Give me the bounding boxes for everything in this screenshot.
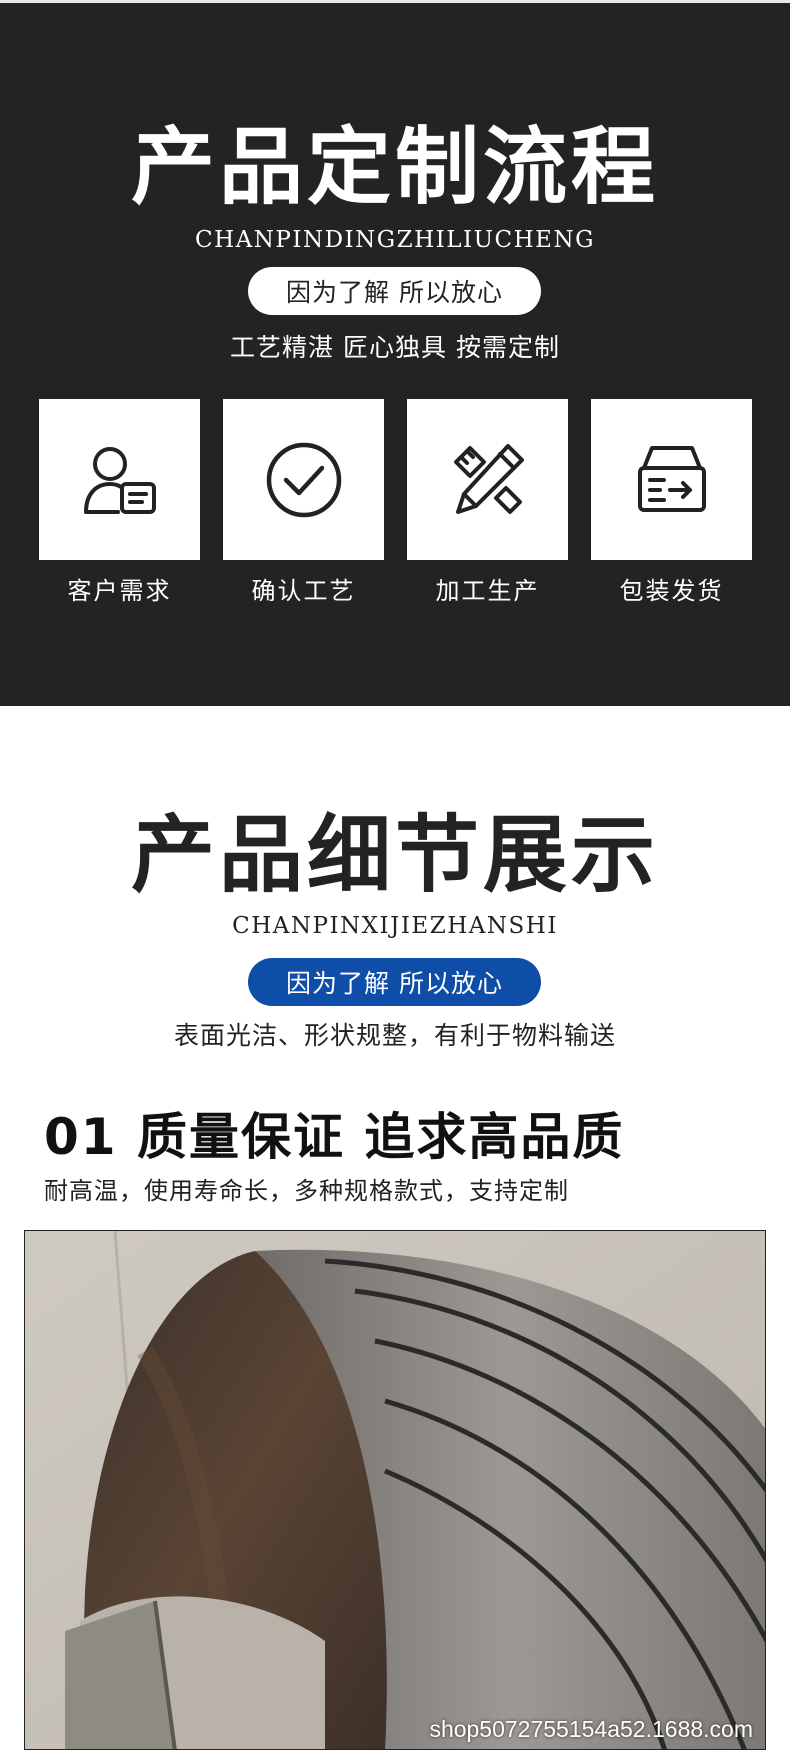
process-title: 产品定制流程 — [130, 118, 659, 216]
step-confirm-process — [223, 399, 384, 560]
step-label: 确认工艺 — [251, 577, 356, 605]
check-circle-icon — [266, 442, 341, 517]
details-pinyin: CHANPINXIJIEZHANSHI — [232, 913, 558, 939]
details-subtitle: 表面光洁、形状规整，有利于物料输送 — [173, 1021, 616, 1050]
section-heading: 01 质量保证 追求高品质 — [44, 1108, 625, 1166]
shipping-box-icon — [637, 445, 706, 512]
step-production — [407, 399, 568, 560]
process-pill: 因为了解 所以放心 — [248, 267, 541, 315]
section-text: 耐高温，使用寿命长，多种规格款式，支持定制 — [44, 1177, 569, 1205]
step-label: 加工生产 — [435, 577, 540, 605]
process-section: 产品定制流程 CHANPINDINGZHILIUCHENG 因为了解 所以放心 … — [0, 0, 790, 706]
details-title: 产品细节展示 — [130, 806, 659, 904]
process-pinyin: CHANPINDINGZHILIUCHENG — [195, 227, 595, 253]
product-photo: shop5072755154a52.1688.com — [24, 1230, 766, 1750]
user-profile-icon — [83, 446, 156, 514]
photo-watermark: shop5072755154a52.1688.com — [429, 1716, 753, 1742]
step-label: 客户需求 — [67, 577, 172, 605]
step-shipping — [591, 399, 752, 560]
process-subtitle: 工艺精湛 匠心独具 按需定制 — [230, 333, 560, 362]
details-pill: 因为了解 所以放心 — [248, 958, 541, 1006]
step-customer-needs — [39, 399, 200, 560]
pencil-ruler-icon — [453, 443, 524, 514]
step-label: 包装发货 — [619, 577, 724, 605]
steel-coil-photo — [25, 1231, 765, 1749]
